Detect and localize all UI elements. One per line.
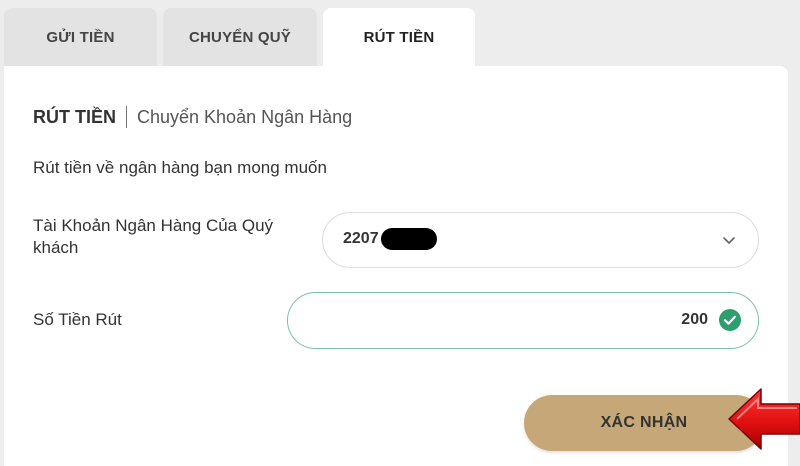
amount-label: Số Tiền Rút — [33, 310, 122, 329]
withdraw-panel: RÚT TIỀN Chuyển Khoản Ngân Hàng Rút tiền… — [4, 66, 788, 466]
tab-deposit[interactable]: GỬI TIỀN — [4, 8, 157, 70]
tab-transfer-label: CHUYỂN QUỸ — [188, 28, 291, 46]
redaction-mark — [381, 228, 437, 250]
tab-bar: GỬI TIỀN CHUYỂN QUỸ RÚT TIỀN — [0, 0, 800, 70]
section-subtitle: Chuyển Khoản Ngân Hàng — [137, 106, 353, 127]
confirm-button-label: XÁC NHẬN — [600, 414, 688, 431]
tab-withdraw[interactable]: RÚT TIỀN — [323, 8, 475, 70]
bank-account-label: Tài Khoản Ngân Hàng Của Quý khách — [33, 216, 274, 257]
tab-deposit-label: GỬI TIỀN — [46, 28, 115, 46]
tab-withdraw-label: RÚT TIỀN — [363, 28, 435, 46]
pointer-arrow-icon — [728, 388, 800, 450]
bank-account-select[interactable]: 2207 — [322, 212, 759, 268]
check-circle-icon — [719, 309, 741, 331]
tab-transfer[interactable]: CHUYỂN QUỸ — [163, 8, 317, 70]
amount-value: 200 — [681, 311, 708, 328]
chevron-down-icon — [723, 237, 735, 244]
section-title: RÚT TIỀN — [33, 106, 116, 127]
amount-input[interactable]: 200 — [287, 292, 759, 349]
bank-account-value: 2207 — [343, 230, 379, 247]
section-divider — [126, 106, 127, 128]
description-text: Rút tiền về ngân hàng bạn mong muốn — [33, 158, 327, 177]
section-header: RÚT TIỀN Chuyển Khoản Ngân Hàng — [33, 106, 352, 128]
